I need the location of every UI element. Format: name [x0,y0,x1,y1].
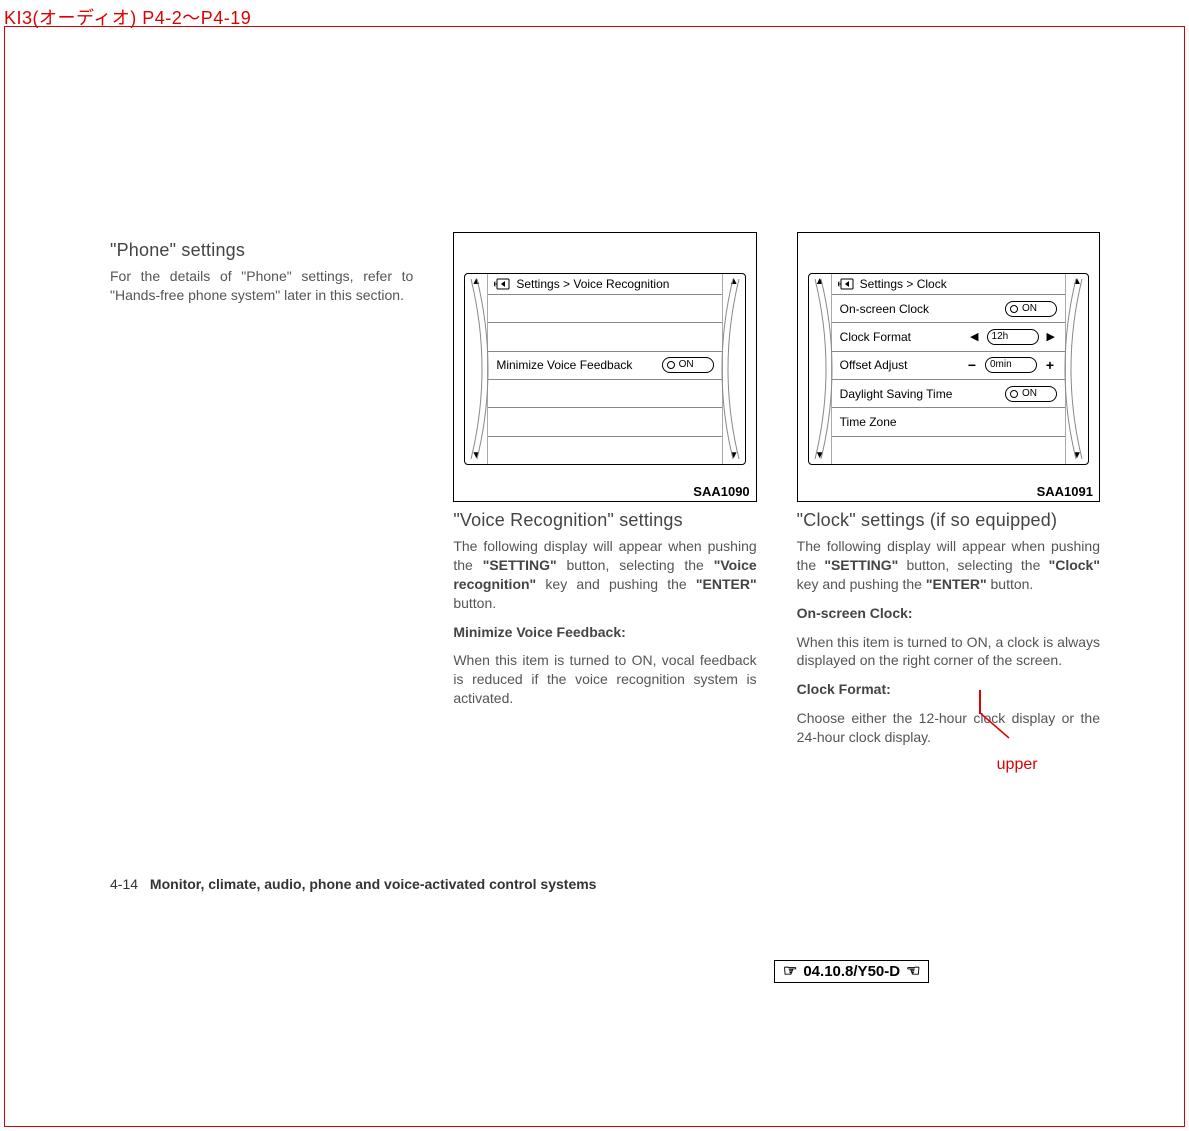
pill-value: 0min [990,358,1012,372]
clock-p2: When this item is turned to ON, a clock … [797,633,1100,671]
row-label: Offset Adjust [840,358,959,372]
row-label: On-screen Clock [840,302,999,316]
column-phone: "Phone" settings For the details of "Pho… [110,232,413,757]
toggle-value: ON [1022,302,1037,316]
phone-settings-heading: "Phone" settings [110,240,413,261]
pill-value: 12h [992,330,1009,344]
figure-code: SAA1090 [693,484,749,499]
scroll-arc-right: ▲ ▼ [722,274,745,464]
text-bold: "SETTING" [483,557,557,573]
figure-code: SAA1091 [1037,484,1093,499]
clock-heading: "Clock" settings (if so equipped) [797,510,1100,531]
text: key and pushing the [797,576,926,592]
menu-row-onscreen-clock: On-screen Clock ON [832,295,1065,323]
menu-row-offset-adjust: Offset Adjust − 0min + [832,352,1065,380]
arc-lines-icon [808,274,847,464]
text: button. [987,576,1034,592]
menu-row [488,295,721,323]
text-bold: "SETTING" [824,557,898,573]
menu-row [488,323,721,351]
text-bold: "Clock" [1049,557,1100,573]
annotation-mark-icon [979,690,981,714]
radio-dot-icon [1010,305,1018,313]
text: button, selecting the [898,557,1048,573]
text: button, selecting the [557,557,714,573]
figure-clock: ▲ ▼ [797,232,1100,502]
text: key and pushing the [536,576,696,592]
row-label: Daylight Saving Time [840,387,999,401]
page: KI3(オーディオ) P4-2～P4-19 "Phone" settings F… [0,0,1189,1131]
screen-main: Settings > Clock On-screen Clock ON Cloc… [832,274,1065,464]
scroll-arc-left: ▲ ▼ [465,274,488,464]
screen-main: Settings > Voice Recognition Minimize Vo… [488,274,721,464]
page-footer: 4-14 Monitor, climate, audio, phone and … [110,876,596,892]
menu-rows: Minimize Voice Feedback ON [488,295,721,464]
screen-clock: ▲ ▼ [808,273,1089,465]
screen-voice: ▲ ▼ [464,273,745,465]
row-label: Time Zone [840,415,1057,429]
annotation-line-icon [979,712,1019,752]
phone-settings-body: For the details of "Phone" settings, ref… [110,267,413,305]
value-pill: 12h [987,329,1039,345]
radio-dot-icon [667,361,675,369]
column-voice: ▲ ▼ [453,232,756,757]
clock-p3: Choose either the 12-hour clock display … [797,709,1100,747]
arc-lines-icon [707,274,746,464]
revision-stamp: ☞ 04.10.8/Y50-D ☜ [774,960,929,983]
content: "Phone" settings For the details of "Pho… [110,232,1100,757]
breadcrumb: Settings > Clock [832,274,1065,295]
menu-row-clock-format: Clock Format ◀ 12h ▶ [832,323,1065,351]
menu-row-minimize-voice: Minimize Voice Feedback ON [488,352,721,380]
breadcrumb-text: Settings > Clock [860,277,947,291]
text: button. [453,595,496,611]
breadcrumb: Settings > Voice Recognition [488,274,721,295]
voice-sub1: Minimize Voice Feedback: [453,623,756,642]
triangle-left-icon: ◀ [968,330,980,343]
clock-p1: The following display will appear when p… [797,537,1100,594]
menu-row [488,408,721,436]
text-bold: "ENTER" [926,576,987,592]
menu-rows: On-screen Clock ON Clock Format ◀ 12h ▶ … [832,295,1065,464]
voice-p1: The following display will appear when p… [453,537,756,613]
toggle-pill: ON [662,357,714,373]
column-clock: ▲ ▼ [797,232,1100,757]
clock-sub1: On-screen Clock: [797,604,1100,623]
toggle-value: ON [1022,387,1037,401]
row-label: Minimize Voice Feedback [496,358,655,372]
menu-row [488,437,721,464]
minus-icon: − [965,357,979,373]
annotation-text: upper [997,756,1038,774]
voice-heading: "Voice Recognition" settings [453,510,756,531]
arc-lines-icon [464,274,503,464]
radio-dot-icon [1010,390,1018,398]
figure-voice: ▲ ▼ [453,232,756,502]
page-number: 4-14 [110,876,138,892]
revision-text: 04.10.8/Y50-D [803,963,900,980]
arc-lines-icon [1050,274,1089,464]
voice-p2: When this item is turned to ON, vocal fe… [453,651,756,708]
menu-row-dst: Daylight Saving Time ON [832,380,1065,408]
scroll-arc-left: ▲ ▼ [809,274,832,464]
toggle-value: ON [679,358,694,372]
menu-row [488,380,721,408]
value-pill: 0min [985,357,1037,373]
breadcrumb-text: Settings > Voice Recognition [516,277,669,291]
menu-row-timezone: Time Zone [832,408,1065,436]
hand-left-icon: ☜ [906,964,920,980]
row-label: Clock Format [840,330,962,344]
scroll-arc-right: ▲ ▼ [1065,274,1088,464]
text-bold: "ENTER" [696,576,757,592]
menu-row [832,437,1065,464]
section-title: Monitor, climate, audio, phone and voice… [150,876,597,892]
hand-right-icon: ☞ [783,964,797,980]
clock-sub2: Clock Format: [797,680,1100,699]
